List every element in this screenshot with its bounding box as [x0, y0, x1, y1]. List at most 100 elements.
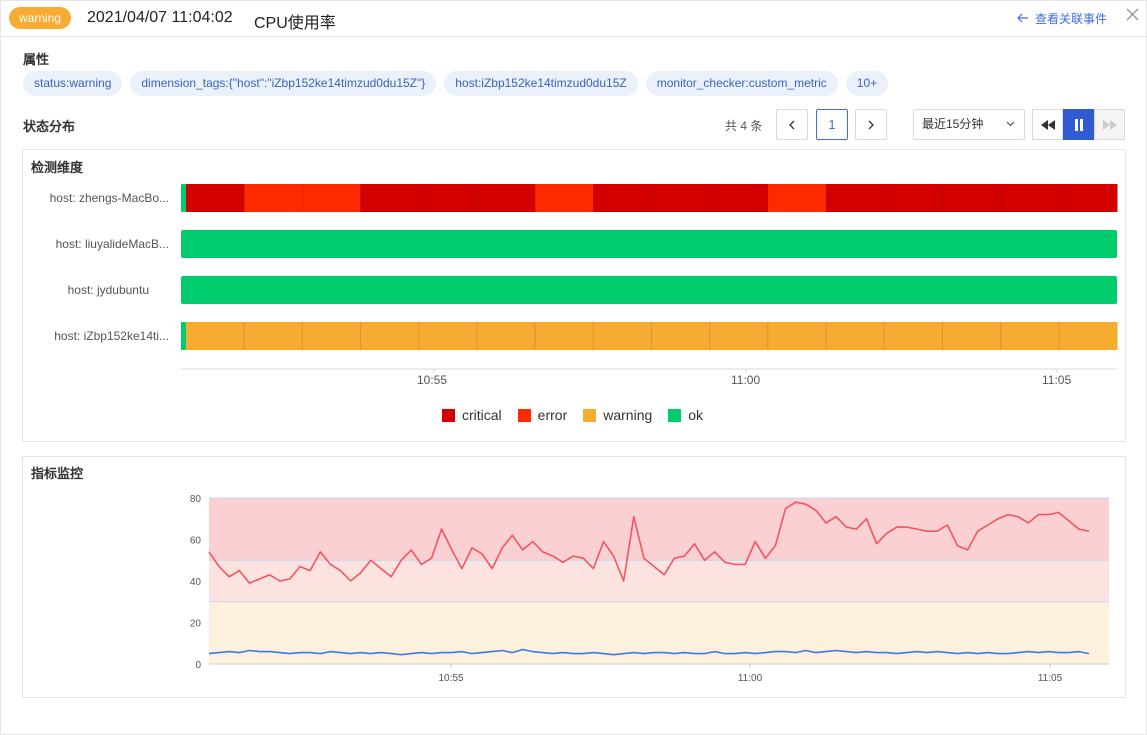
rewind-icon: [1040, 119, 1055, 130]
status-segment-critical: [360, 184, 420, 212]
time-range-value: 最近15分钟: [922, 117, 984, 131]
status-segment-warning: [302, 322, 362, 350]
legend-label: warning: [603, 407, 653, 423]
status-segment-warning: [826, 322, 885, 350]
status-segment-warning: [942, 322, 1002, 350]
status-segment-warning: [418, 322, 478, 350]
rewind-button[interactable]: [1032, 109, 1063, 140]
threshold-band: [209, 498, 1109, 561]
status-segment-error: [535, 184, 594, 212]
arrow-left-icon: [1017, 12, 1029, 26]
warning-swatch: [583, 408, 597, 422]
attribute-tags: status:warning dimension_tags:{"host":"i…: [23, 71, 889, 96]
y-tick-label: 60: [190, 536, 202, 547]
attribute-tag[interactable]: monitor_checker:custom_metric: [645, 71, 838, 96]
status-segment-warning: [535, 322, 594, 350]
status-segment-error: [244, 184, 303, 212]
status-segment-warning: [767, 322, 827, 350]
status-segment-warning: [709, 322, 769, 350]
legend-ok[interactable]: ok: [668, 407, 703, 423]
prev-page-button[interactable]: [776, 109, 808, 140]
status-segment-error: [302, 184, 362, 212]
page-1-button[interactable]: 1: [816, 109, 848, 140]
legend-label: error: [537, 407, 568, 423]
status-badge: warning: [9, 7, 72, 29]
status-segment-warning: [651, 322, 711, 350]
metrics-title: 指标监控: [31, 466, 84, 481]
host-row-label: host: iZbp152ke14ti...: [54, 329, 169, 343]
threshold-band: [209, 601, 1109, 664]
status-segment-critical: [651, 184, 711, 212]
status-segment-critical: [418, 184, 478, 212]
detection-title: 检测维度: [31, 160, 84, 175]
legend-critical[interactable]: critical: [442, 407, 502, 423]
x-tick-label: 11:00: [731, 373, 761, 387]
status-dist-title: 状态分布: [23, 119, 76, 134]
attributes-title: 属性: [23, 52, 50, 67]
chevron-down-icon: [1006, 110, 1015, 139]
status-segment-critical: [476, 184, 536, 212]
status-segment-critical: [709, 184, 769, 212]
chevron-left-icon: [789, 120, 795, 129]
pause-icon: [1074, 118, 1083, 131]
event-detail-panel: warning 2021/04/07 11:04:02 CPU使用率 查看关联事…: [0, 0, 1147, 735]
status-segment-critical: [942, 184, 1002, 212]
status-segment-warning: [476, 322, 536, 350]
x-tick-label: 10:55: [417, 373, 448, 387]
close-icon[interactable]: [1126, 8, 1139, 25]
status-segment-warning: [1058, 322, 1118, 350]
status-segment-critical: [593, 184, 652, 212]
x-tick-label: 11:05: [1042, 373, 1072, 387]
time-range-select[interactable]: 最近15分钟: [913, 109, 1025, 140]
next-page-button[interactable]: [855, 109, 887, 140]
critical-swatch: [442, 408, 455, 422]
status-legend: critical error warning ok: [442, 407, 703, 423]
event-time: 2021/04/07 11:04:02: [87, 9, 233, 26]
fast-forward-button[interactable]: [1094, 109, 1125, 140]
status-segment-critical: [884, 184, 943, 212]
status-segment-warning: [186, 322, 245, 350]
more-tags-button[interactable]: 10+: [845, 71, 889, 96]
status-segment-critical: [1058, 184, 1118, 212]
event-title: CPU使用率: [254, 15, 336, 32]
fast-forward-icon: [1102, 119, 1117, 130]
status-segment-ok: [181, 322, 186, 350]
x-tick-label: 10:55: [438, 673, 463, 684]
status-segment-ok: [181, 184, 186, 212]
ok-swatch: [668, 408, 682, 422]
chevron-right-icon: [868, 120, 874, 129]
related-events-link[interactable]: 查看关联事件: [1017, 10, 1107, 27]
y-tick-label: 0: [195, 660, 201, 671]
status-segment-critical: [1000, 184, 1060, 212]
host-row-label: host: liuyalideMacB...: [55, 237, 169, 251]
status-segment-ok: [181, 276, 1117, 304]
header-bar: warning 2021/04/07 11:04:02 CPU使用率 查看关联事…: [1, 1, 1146, 37]
status-segment-ok: [181, 230, 1117, 258]
status-segment-warning: [1000, 322, 1060, 350]
related-events-label: 查看关联事件: [1035, 12, 1108, 26]
legend-label: critical: [462, 407, 502, 423]
pause-button[interactable]: [1063, 109, 1094, 140]
legend-label: ok: [688, 407, 704, 423]
x-tick-label: 11:05: [1038, 673, 1063, 684]
status-timeline: [181, 184, 1118, 373]
attribute-tag[interactable]: status:warning: [23, 71, 123, 96]
status-segment-warning: [244, 322, 303, 350]
error-swatch: [517, 408, 531, 422]
y-tick-label: 80: [190, 494, 202, 505]
status-segment-critical: [186, 184, 245, 212]
legend-error[interactable]: error: [517, 407, 568, 423]
attribute-tag[interactable]: dimension_tags:{"host":"iZbp152ke14timzu…: [130, 71, 437, 96]
legend-warning[interactable]: warning: [583, 407, 652, 423]
y-tick-label: 20: [190, 619, 202, 630]
attribute-tag[interactable]: host:iZbp152ke14timzud0du15Z: [444, 71, 638, 96]
total-count: 共 4 条: [725, 119, 763, 133]
host-row-label: host: zhengs-MacBo...: [49, 191, 169, 205]
metric-line-chart: 0 20 40 60 80 10:55 11:00 11:05: [190, 494, 1109, 684]
x-tick-label: 11:00: [738, 673, 763, 684]
status-segment-warning: [884, 322, 943, 350]
status-segment-warning: [360, 322, 420, 350]
host-row-label: host: jydubuntu: [67, 283, 149, 297]
status-segment-error: [767, 184, 827, 212]
threshold-band: [209, 560, 1109, 602]
